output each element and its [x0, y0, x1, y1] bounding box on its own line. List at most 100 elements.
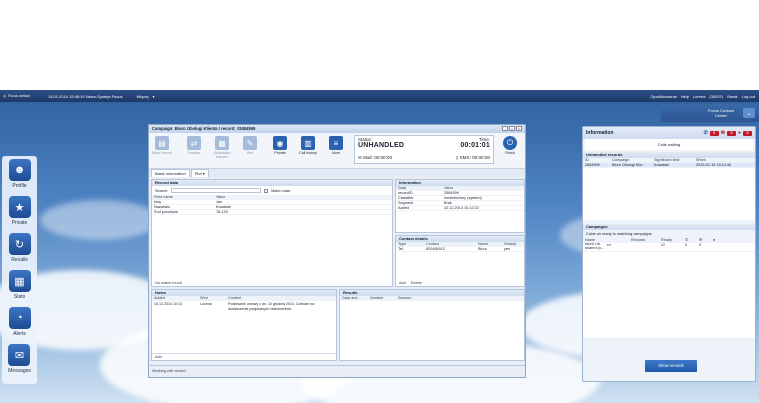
- private-button[interactable]: ◉ Private: [269, 136, 291, 155]
- search-label: Search:: [155, 188, 169, 193]
- cell: Imię: [154, 200, 162, 204]
- cell: Segment: [398, 201, 414, 205]
- campaigns-table: Name Records Ready ✆ ✉ ● Biuro Ob. share…: [583, 238, 755, 338]
- help-link[interactable]: Help: [681, 94, 689, 99]
- ready-checkbox[interactable]: ☑: [659, 243, 683, 251]
- tab-bar: Basic information Plot ▾: [149, 169, 525, 177]
- calendar-icon: ▦: [215, 136, 229, 150]
- published-link[interactable]: Opublikowania: [650, 94, 676, 99]
- call-history-button[interactable]: ▥ Call history: [297, 136, 319, 155]
- chart-icon: ▦: [8, 270, 31, 292]
- table-row[interactable]: Kod pocztowe 78-120: [152, 210, 392, 215]
- results-panel: Results Data and ... Number Session: [339, 289, 525, 361]
- sms-icon: ●: [713, 238, 716, 242]
- nav-private[interactable]: ★ Private: [8, 196, 31, 232]
- information-panel: Information Data Value recordID 2584599 C…: [395, 179, 525, 233]
- hint-icon: ✎: [243, 136, 257, 150]
- nav-profile[interactable]: ☻ Profile: [8, 159, 31, 195]
- table-row[interactable]: Biuro Ob. shared (u... ▪▪▪ ☑ 0 0: [583, 243, 755, 252]
- contact-details-panel: Contact details Type Contact Name Defaul…: [395, 235, 525, 287]
- sms-label: SMS: 00:00:00: [459, 155, 490, 160]
- more-menu[interactable]: Więcej: [137, 94, 149, 99]
- mail-icon[interactable]: ✉: [721, 127, 725, 139]
- cell: 0: [685, 243, 688, 247]
- app-logo: ◎ Focus contact: [3, 94, 30, 98]
- column-header: Contact: [426, 242, 440, 246]
- sms-icon[interactable]: ●: [738, 127, 741, 139]
- person-icon: ☻: [8, 159, 31, 181]
- cell: 2015-01-15 15:12:46: [696, 163, 732, 167]
- search-input[interactable]: [171, 188, 262, 193]
- mail-label: Mail: 00:00:00: [363, 155, 392, 160]
- break-button[interactable]: Break: [727, 94, 737, 99]
- cell: Brak: [444, 201, 452, 205]
- cell: Kowalski: [216, 205, 231, 209]
- table-row: Added 10.12.2014 10:12:22: [396, 206, 524, 211]
- scheduled-transfer-button[interactable]: ▦ Scheduled transfer: [211, 136, 233, 159]
- tab-plot[interactable]: Plot ▾: [190, 169, 209, 177]
- nav-label: Profile: [12, 183, 27, 189]
- nav-messages[interactable]: ✉ Messages: [8, 344, 31, 380]
- cell: yes: [504, 247, 510, 251]
- more-button[interactable]: ≡ More: [325, 136, 347, 155]
- cell: Podpisanie umowy z dn. 10 grudnia 2014. …: [228, 302, 315, 311]
- tab-basic-information[interactable]: Basic information: [151, 169, 190, 177]
- message-icon: ✉: [8, 344, 31, 366]
- add-contact-button[interactable]: Add: [399, 281, 406, 285]
- contact-actions: Add Delete: [396, 280, 425, 286]
- record-window: Campaign: Biuro Obsługi Klienta / record…: [148, 124, 526, 378]
- phone-icon: ✆: [685, 238, 689, 242]
- column-header: Field name: [154, 195, 173, 199]
- logout-button[interactable]: Log out: [742, 94, 755, 99]
- column-header: Added: [154, 296, 165, 300]
- cell: 2584599: [444, 191, 459, 195]
- column-header: When: [696, 158, 706, 162]
- column-header: Number: [370, 296, 384, 300]
- add-note-button[interactable]: Add: [152, 353, 336, 360]
- button-label: Scheduled transfer: [213, 151, 231, 159]
- match-case-label: Match case: [271, 188, 291, 193]
- finish-button[interactable]: ⏻ Finish: [499, 136, 521, 155]
- calls-badge: 0: [709, 130, 719, 136]
- table-row[interactable]: 2584599 Biuro Obsługi Klie... Kowalski 2…: [583, 163, 755, 168]
- column-header: ID: [585, 158, 589, 162]
- nav-label: Recalls: [11, 257, 28, 263]
- cell: Tel.: [398, 247, 404, 251]
- column-header: Data and ...: [342, 296, 362, 300]
- hint-button[interactable]: ✎ Hint: [239, 136, 261, 155]
- match-case-checkbox[interactable]: [264, 188, 269, 193]
- phone-icon[interactable]: ✆: [704, 127, 708, 139]
- table-row[interactable]: Tel. 820484912 Biuro yes: [396, 247, 524, 252]
- record-data-panel: Record data Search: Match case Field nam…: [151, 179, 393, 287]
- history-icon: ▥: [301, 136, 315, 150]
- transfer-button[interactable]: ⇄ Transfer: [183, 136, 205, 155]
- chevron-down-icon[interactable]: ▾: [153, 94, 155, 99]
- table-row[interactable]: 10.12.2014 10:13 Lucena Podpisanie umowy…: [152, 301, 336, 311]
- show-records-button[interactable]: Show records: [645, 360, 697, 372]
- delete-contact-button[interactable]: Delete: [411, 281, 422, 285]
- column-header: Value: [444, 186, 454, 190]
- no-match-text: No match found: [155, 281, 182, 285]
- close-icon[interactable]: ×: [516, 126, 522, 131]
- unhandled-table: ID Campaign Significant field When 25845…: [583, 158, 755, 220]
- cell: Added: [398, 206, 409, 210]
- cell: 820484912: [426, 247, 446, 251]
- nav-stats[interactable]: ▦ Stats: [8, 270, 31, 306]
- cell: 10.12.2014 10:13: [154, 302, 182, 306]
- star-icon: ★: [8, 196, 31, 218]
- nav-label: Stats: [13, 294, 26, 300]
- nav-recalls[interactable]: ↻ Recalls: [8, 233, 31, 269]
- recall-icon: ↻: [8, 233, 31, 255]
- chevron-down-icon[interactable]: ⌄: [743, 108, 755, 118]
- move-record-button[interactable]: ▤ Move record: [151, 136, 173, 155]
- cell: 0: [699, 243, 702, 247]
- nav-alerts[interactable]: ◔ Alerts: [8, 307, 31, 343]
- sms-timer: ▯ SMS: 00:00:00: [456, 155, 490, 161]
- button-label: Private: [274, 151, 286, 155]
- cell: Jan: [216, 200, 223, 204]
- cell: 10.12.2014 10:12:22: [444, 206, 479, 210]
- maximize-icon[interactable]: □: [509, 126, 515, 131]
- campaign-actions[interactable]: ▪▪▪: [605, 243, 629, 251]
- datetime-text: 15.01.2014 15:08:10 News-Synteja Focus: [48, 93, 123, 99]
- minimize-icon[interactable]: _: [502, 126, 508, 131]
